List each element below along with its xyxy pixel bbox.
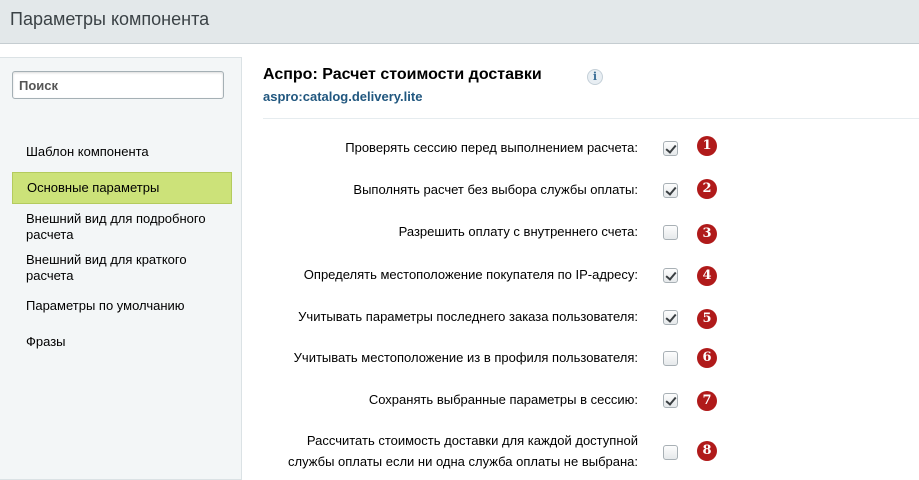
info-icon[interactable]: i <box>587 69 603 85</box>
sidebar-item-template[interactable]: Шаблон компонента <box>12 144 232 160</box>
sidebar-item-detail-view[interactable]: Внешний вид для подробного расчета <box>12 211 232 243</box>
row-label-each-payment-line1: Рассчитать стоимость доставки для каждой… <box>306 433 638 448</box>
checkbox-each-payment[interactable] <box>663 445 678 460</box>
checkmark-icon <box>665 311 677 323</box>
checkbox-internal-account[interactable] <box>663 225 678 240</box>
checkbox-profile-location[interactable] <box>663 351 678 366</box>
number-badge: 6 <box>697 348 717 368</box>
divider <box>263 118 919 119</box>
page-title: Аспро: Расчет стоимости доставки <box>263 66 542 83</box>
sidebar: Шаблон компонента Основные параметры Вне… <box>0 57 242 480</box>
row-label-last-order: Учитывать параметры последнего заказа по… <box>298 309 638 324</box>
sidebar-item-main-params[interactable]: Основные параметры <box>12 172 232 204</box>
number-badge: 3 <box>697 224 717 244</box>
sidebar-item-defaults[interactable]: Параметры по умолчанию <box>12 298 232 314</box>
title-bar: Параметры компонента <box>0 0 919 44</box>
search-input[interactable] <box>12 71 224 99</box>
number-badge: 5 <box>697 309 717 329</box>
row-label-save-session: Сохранять выбранные параметры в сессию: <box>368 392 638 407</box>
number-badge: 2 <box>697 179 717 199</box>
row-label-profile-location: Учитывать местоположение из в профиля по… <box>293 350 638 365</box>
checkmark-icon <box>665 394 677 406</box>
checkbox-save-session[interactable] <box>663 393 678 408</box>
row-label-ip-location: Определять местоположение покупателя по … <box>303 267 638 282</box>
checkmark-icon <box>665 269 677 281</box>
checkmark-icon <box>665 184 677 196</box>
checkbox-no-payment[interactable] <box>663 183 678 198</box>
checkbox-ip-location[interactable] <box>663 268 678 283</box>
sidebar-item-short-view[interactable]: Внешний вид для краткого расчета <box>12 252 232 284</box>
row-label-internal-account: Разрешить оплату с внутреннего счета: <box>398 224 638 239</box>
component-code: aspro:catalog.delivery.lite <box>263 89 423 104</box>
number-badge: 1 <box>697 136 717 156</box>
checkbox-check-session[interactable] <box>663 141 678 156</box>
checkbox-last-order[interactable] <box>663 310 678 325</box>
row-label-check-session: Проверять сессию перед выполнением расче… <box>345 140 638 155</box>
number-badge: 4 <box>697 266 717 286</box>
row-label-each-payment-line2: службы оплаты если ни одна служба оплаты… <box>288 454 638 469</box>
number-badge: 7 <box>697 391 717 411</box>
sidebar-item-phrases[interactable]: Фразы <box>12 334 232 350</box>
checkmark-icon <box>665 142 677 154</box>
number-badge: 8 <box>697 441 717 461</box>
window-title: Параметры компонента <box>10 9 210 29</box>
row-label-no-payment: Выполнять расчет без выбора службы оплат… <box>353 182 638 197</box>
